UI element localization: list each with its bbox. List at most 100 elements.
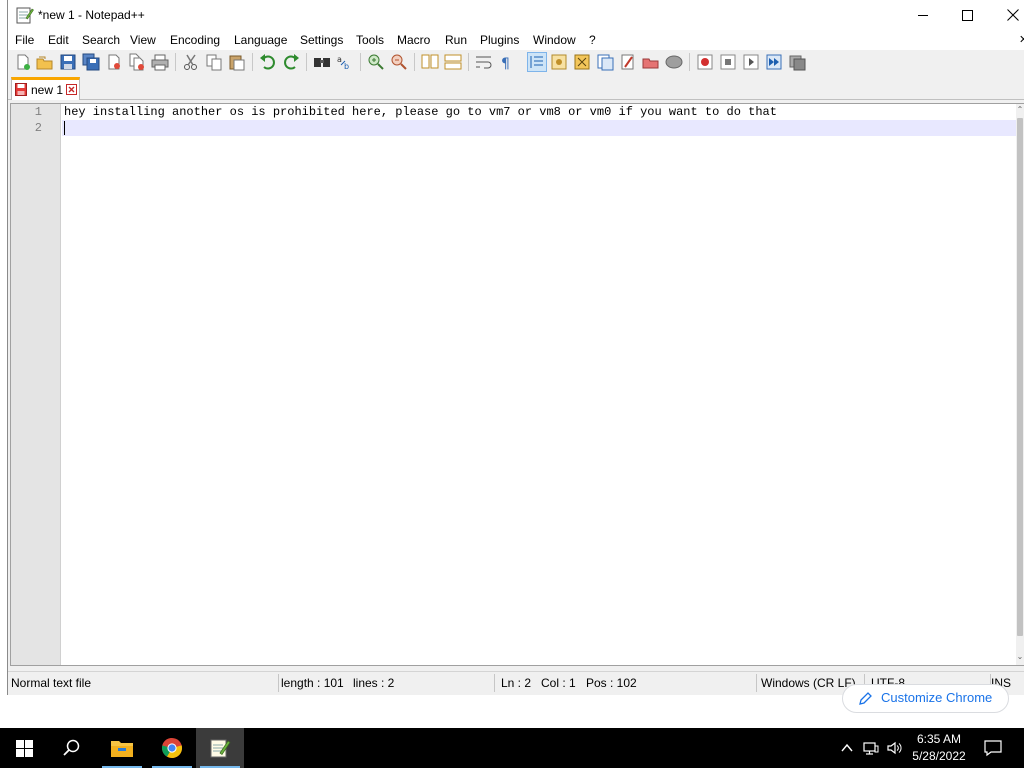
clock-time[interactable]: 6:35 AM [909, 732, 969, 746]
editor-pane[interactable]: 1 2 hey installing another os is prohibi… [10, 103, 1024, 666]
menu-macro[interactable]: Macro [397, 33, 430, 47]
zoom-in-icon[interactable] [367, 53, 385, 71]
redo-icon[interactable] [282, 53, 300, 71]
menu-language[interactable]: Language [234, 33, 287, 47]
copy-icon[interactable] [205, 53, 223, 71]
taskbar-google-chrome[interactable] [148, 728, 196, 768]
menu-window[interactable]: Window [533, 33, 576, 47]
clock-date[interactable]: 5/28/2022 [909, 749, 969, 763]
record-macro-icon[interactable] [696, 53, 714, 71]
zoom-out-icon[interactable] [390, 53, 408, 71]
customize-chrome-label: Customize Chrome [881, 690, 993, 705]
toolbar-separator [175, 53, 176, 71]
maximize-button[interactable] [945, 0, 990, 30]
menu-run[interactable]: Run [445, 33, 467, 47]
search-button[interactable] [48, 728, 96, 768]
menu-view[interactable]: View [130, 33, 156, 47]
save-icon[interactable] [59, 53, 77, 71]
menu-search[interactable]: Search [82, 33, 120, 47]
show-all-characters-icon[interactable]: ¶ [498, 53, 516, 71]
undo-icon[interactable] [259, 53, 277, 71]
close-icon [1006, 9, 1019, 21]
document-map-icon[interactable] [573, 53, 591, 71]
status-length: length : 101 [281, 676, 344, 690]
search-icon [63, 739, 80, 756]
status-file-type: Normal text file [11, 676, 92, 690]
scroll-down-icon[interactable]: ⌄ [1016, 652, 1024, 662]
menu-edit[interactable]: Edit [48, 33, 69, 47]
menu-file[interactable]: File [15, 33, 34, 47]
stop-recording-icon[interactable] [719, 53, 737, 71]
svg-text:¶: ¶ [501, 56, 510, 71]
find-icon[interactable] [313, 53, 331, 71]
window-title: *new 1 - Notepad++ [38, 8, 145, 22]
text-caret [64, 121, 65, 135]
editor-line[interactable]: hey installing another os is prohibited … [62, 104, 1016, 120]
user-defined-language-icon[interactable] [550, 53, 568, 71]
word-wrap-icon[interactable] [475, 53, 493, 71]
toolbar-separator [252, 53, 253, 71]
current-editor-line[interactable] [62, 120, 1016, 136]
open-file-icon[interactable] [36, 53, 54, 71]
notepad-plus-plus-window: *new 1 - Notepad++ File Edit Search View… [7, 0, 1024, 695]
vertical-scrollbar[interactable]: ⌃ ⌄ [1016, 104, 1024, 665]
text-area[interactable]: hey installing another os is prohibited … [62, 104, 1016, 665]
save-macro-icon[interactable] [788, 53, 806, 71]
notepad-plus-plus-icon [16, 7, 34, 24]
scrollbar-thumb[interactable] [1017, 118, 1023, 636]
print-icon[interactable] [151, 53, 169, 71]
chevron-up-icon[interactable] [839, 740, 855, 756]
notifications-icon[interactable] [984, 739, 1002, 757]
run-macro-multiple-icon[interactable] [765, 53, 783, 71]
toolbar-separator [414, 53, 415, 71]
tab-close-icon[interactable] [66, 84, 77, 95]
menu-bar: File Edit Search View Encoding Language … [8, 30, 1024, 50]
status-separator [494, 674, 495, 692]
new-file-icon[interactable] [14, 53, 32, 71]
close-all-icon[interactable] [128, 53, 146, 71]
close-document-icon[interactable]: ✕ [1019, 33, 1024, 46]
replace-icon[interactable]: ab [336, 53, 354, 71]
pencil-icon [859, 692, 872, 705]
volume-icon[interactable] [887, 740, 903, 756]
playback-macro-icon[interactable] [742, 53, 760, 71]
file-explorer-icon [111, 741, 133, 757]
taskbar-file-explorer[interactable] [98, 728, 146, 768]
paste-icon[interactable] [228, 53, 246, 71]
monitoring-icon[interactable] [665, 53, 683, 71]
sync-horizontal-icon[interactable] [444, 53, 462, 71]
monitoring-folder-icon[interactable] [642, 53, 660, 71]
svg-text:b: b [344, 62, 349, 71]
desktop: *new 1 - Notepad++ File Edit Search View… [0, 0, 1024, 768]
cut-icon[interactable] [182, 53, 200, 71]
notepad-plus-plus-taskbar-icon [210, 739, 231, 758]
menu-tools[interactable]: Tools [356, 33, 384, 47]
start-button[interactable] [0, 728, 48, 768]
save-all-icon[interactable] [82, 53, 100, 71]
taskbar-notepad-plus-plus[interactable] [196, 728, 244, 768]
network-icon[interactable] [863, 740, 879, 756]
sync-vertical-icon[interactable] [421, 53, 439, 71]
status-separator [756, 674, 757, 692]
toolbar-separator [306, 53, 307, 71]
menu-encoding[interactable]: Encoding [170, 33, 220, 47]
function-list-icon[interactable] [596, 53, 614, 71]
minimize-button[interactable] [900, 0, 945, 30]
folder-as-workspace-icon[interactable] [619, 53, 637, 71]
toolbar: ab ¶ [8, 50, 1024, 74]
menu-settings[interactable]: Settings [300, 33, 343, 47]
status-eol: Windows (CR LF) [761, 676, 856, 690]
line-number: 1 [34, 105, 42, 119]
customize-chrome-button[interactable]: Customize Chrome [842, 684, 1009, 713]
maximize-icon [962, 9, 973, 21]
menu-help[interactable]: ? [589, 33, 596, 47]
toolbar-separator [689, 53, 690, 71]
close-file-icon[interactable] [105, 53, 123, 71]
menu-plugins[interactable]: Plugins [480, 33, 519, 47]
tab-new-1[interactable]: new 1 [11, 77, 80, 100]
status-col: Col : 1 [541, 676, 576, 690]
title-bar[interactable]: *new 1 - Notepad++ [8, 0, 1024, 30]
indent-guide-icon[interactable] [527, 52, 547, 72]
scroll-up-icon[interactable]: ⌃ [1016, 105, 1024, 115]
close-button[interactable] [990, 0, 1024, 30]
